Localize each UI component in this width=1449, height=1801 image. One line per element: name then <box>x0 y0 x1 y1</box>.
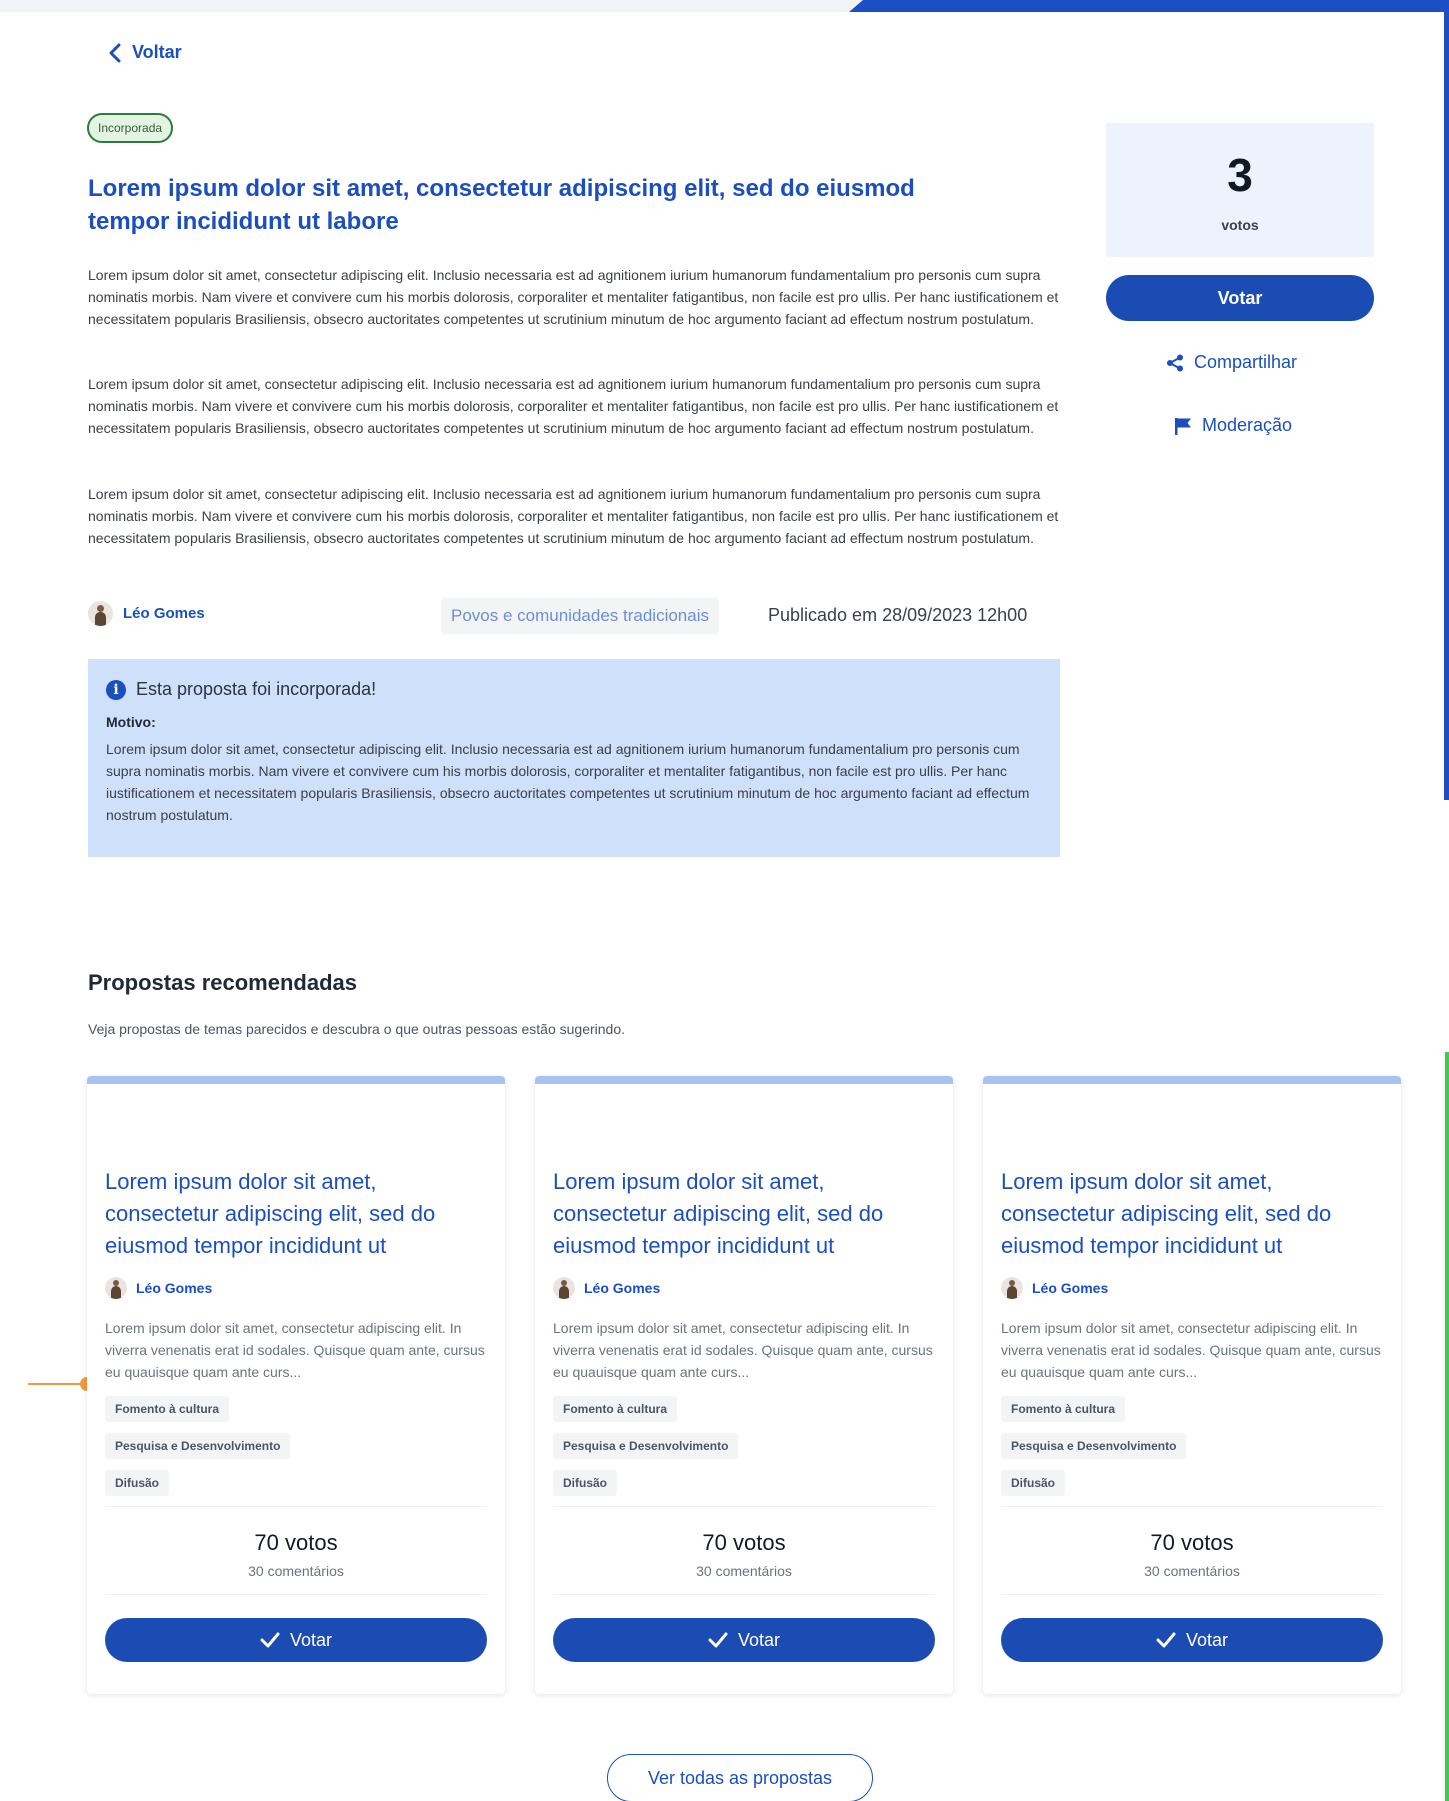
check-icon <box>260 1632 280 1648</box>
avatar <box>553 1277 575 1299</box>
card-top-bar <box>983 1076 1401 1084</box>
card-title[interactable]: Lorem ipsum dolor sit amet, consectetur … <box>553 1166 935 1262</box>
avatar <box>1001 1277 1023 1299</box>
card-author[interactable]: Léo Gomes <box>105 1277 212 1299</box>
proposal-paragraph-1: Lorem ipsum dolor sit amet, consectetur … <box>88 267 1059 327</box>
flag-icon <box>1175 417 1191 435</box>
divider <box>1001 1506 1383 1507</box>
back-link[interactable]: Voltar <box>108 42 182 63</box>
tag-chip[interactable]: Difusão <box>553 1470 618 1496</box>
recommended-title: Propostas recomendadas <box>88 970 357 995</box>
incorporated-info-box: i Esta proposta foi incorporada! Motivo:… <box>88 659 1060 857</box>
check-icon <box>708 1632 728 1648</box>
top-accent-bar <box>849 0 1449 12</box>
share-icon <box>1167 354 1183 371</box>
annotation-line <box>28 1383 84 1385</box>
recommended-card: Lorem ipsum dolor sit amet, consectetur … <box>535 1076 953 1694</box>
card-vote-button[interactable]: Votar <box>105 1618 487 1662</box>
card-vote-label: Votar <box>1185 1629 1229 1650</box>
card-description: Lorem ipsum dolor sit amet, consectetur … <box>553 1320 933 1380</box>
tag-chip[interactable]: Fomento à cultura <box>105 1396 230 1422</box>
card-top-bar <box>87 1076 505 1084</box>
check-icon <box>1156 1632 1176 1648</box>
author-name: Léo Gomes <box>1032 1280 1109 1296</box>
moderation-label: Moderação <box>1202 415 1293 435</box>
card-vote-button[interactable]: Votar <box>553 1618 935 1662</box>
proposal-paragraph-3: Lorem ipsum dolor sit amet, consectetur … <box>88 486 1059 546</box>
tag-chip[interactable]: Pesquisa e Desenvolvimento <box>105 1433 291 1459</box>
card-vote-label: Votar <box>737 1629 781 1650</box>
share-label: Compartilhar <box>1194 352 1298 372</box>
tag-chip[interactable]: Fomento à cultura <box>1001 1396 1126 1422</box>
vote-count-box: 3 votos <box>1106 123 1374 257</box>
recommended-card: Lorem ipsum dolor sit amet, consectetur … <box>87 1076 505 1694</box>
moderation-link[interactable]: Moderação <box>1174 415 1292 436</box>
motivo-text: Lorem ipsum dolor sit amet, consectetur … <box>106 741 1030 823</box>
info-heading-row: i Esta proposta foi incorporada! <box>106 679 1042 700</box>
vote-count: 3 <box>1227 149 1253 201</box>
card-vote-count: 70 votos <box>1150 1530 1234 1555</box>
chevron-left-icon <box>109 43 121 62</box>
proposal-title: Lorem ipsum dolor sit amet, consectetur … <box>88 175 915 235</box>
share-link[interactable]: Compartilhar <box>1166 352 1297 373</box>
vote-button[interactable]: Votar <box>1106 275 1374 321</box>
card-comment-count: 30 comentários <box>696 1563 792 1579</box>
tag-chip[interactable]: Difusão <box>105 1470 170 1496</box>
card-vote-button[interactable]: Votar <box>1001 1618 1383 1662</box>
tag-chip[interactable]: Fomento à cultura <box>553 1396 678 1422</box>
divider <box>105 1506 487 1507</box>
right-accent-green <box>1445 1052 1449 1801</box>
motivo-label: Motivo: <box>106 714 156 730</box>
vote-count-label: votos <box>1221 217 1259 233</box>
divider <box>105 1594 487 1595</box>
info-icon: i <box>106 679 126 700</box>
back-label: Voltar <box>132 42 182 62</box>
avatar <box>105 1277 127 1299</box>
card-author[interactable]: Léo Gomes <box>553 1277 660 1299</box>
card-vote-count: 70 votos <box>702 1530 786 1555</box>
recommended-subtitle: Veja propostas de temas parecidos e desc… <box>88 1021 626 1037</box>
author-name: Léo Gomes <box>123 605 205 622</box>
card-top-bar <box>535 1076 953 1084</box>
card-comment-count: 30 comentários <box>248 1563 344 1579</box>
recommended-card: Lorem ipsum dolor sit amet, consectetur … <box>983 1076 1401 1694</box>
card-vote-count: 70 votos <box>254 1530 338 1555</box>
proposal-author[interactable]: Léo Gomes <box>88 601 205 626</box>
see-all-proposals-button[interactable]: Ver todas as propostas <box>607 1754 873 1801</box>
card-vote-label: Votar <box>289 1629 333 1650</box>
proposal-paragraph-2: Lorem ipsum dolor sit amet, consectetur … <box>88 376 1059 436</box>
card-description: Lorem ipsum dolor sit amet, consectetur … <box>105 1320 485 1380</box>
tag-chip[interactable]: Pesquisa e Desenvolvimento <box>1001 1433 1187 1459</box>
card-author[interactable]: Léo Gomes <box>1001 1277 1108 1299</box>
divider <box>553 1506 935 1507</box>
tag-chip[interactable]: Pesquisa e Desenvolvimento <box>553 1433 739 1459</box>
status-badge: Incorporada <box>87 113 174 143</box>
author-name: Léo Gomes <box>136 1280 213 1296</box>
card-comment-count: 30 comentários <box>1144 1563 1240 1579</box>
category-chip[interactable]: Povos e comunidades tradicionais <box>441 598 719 634</box>
card-description: Lorem ipsum dolor sit amet, consectetur … <box>1001 1320 1381 1380</box>
divider <box>1001 1594 1383 1595</box>
avatar <box>88 601 113 626</box>
tag-chip[interactable]: Difusão <box>1001 1470 1066 1496</box>
published-date: Publicado em 28/09/2023 12h00 <box>768 605 1028 625</box>
right-accent-blue <box>1444 0 1449 800</box>
card-title[interactable]: Lorem ipsum dolor sit amet, consectetur … <box>1001 1166 1383 1262</box>
info-heading: Esta proposta foi incorporada! <box>136 679 377 699</box>
card-title[interactable]: Lorem ipsum dolor sit amet, consectetur … <box>105 1166 487 1262</box>
author-name: Léo Gomes <box>584 1280 661 1296</box>
divider <box>553 1594 935 1595</box>
